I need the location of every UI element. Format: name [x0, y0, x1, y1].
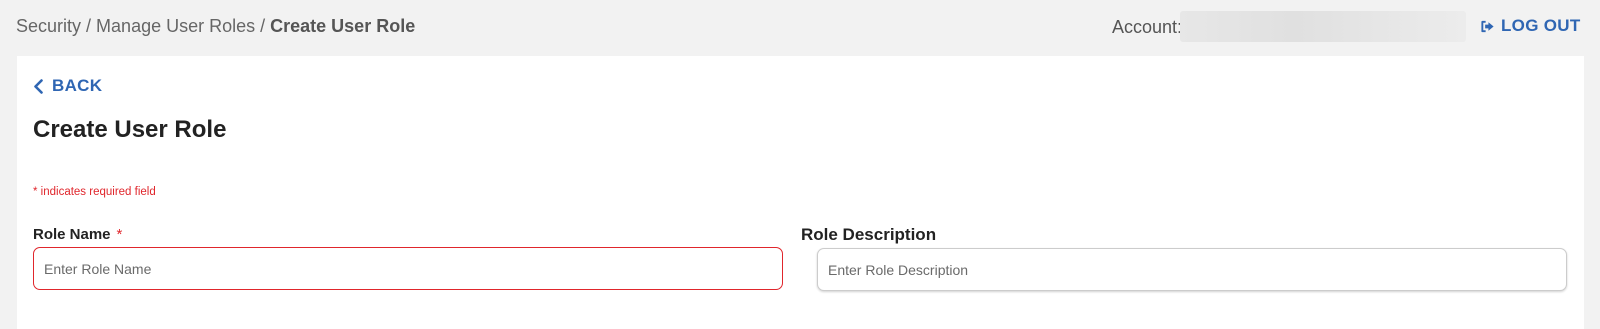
top-bar: Security / Manage User Roles / Create User R…: [0, 0, 1600, 56]
breadcrumb-item-security[interactable]: Security: [16, 16, 81, 36]
role-description-label: Role Description: [801, 225, 937, 244]
logout-label: LOG OUT: [1501, 16, 1581, 35]
role-description-input[interactable]: [817, 248, 1567, 291]
required-asterisk: *: [116, 226, 123, 243]
breadcrumb-separator: /: [86, 16, 92, 36]
breadcrumb-item-manage-user-roles[interactable]: Manage User Roles: [96, 16, 255, 36]
main-panel: BACK Create User Role * indicates requir…: [17, 56, 1584, 329]
page-title: Create User Role: [33, 116, 227, 143]
breadcrumb-current: Create User Role: [270, 16, 416, 36]
role-name-input[interactable]: [33, 247, 783, 290]
logout-button[interactable]: LOG OUT: [1480, 16, 1581, 36]
back-label: BACK: [52, 76, 103, 95]
breadcrumb: Security / Manage User Roles / Create User R…: [16, 16, 415, 37]
sign-out-icon: [1480, 19, 1495, 34]
role-name-label-text: Role Name: [33, 226, 111, 243]
account-value-redacted: [1180, 11, 1466, 42]
required-field-note: * indicates required field: [33, 186, 156, 198]
role-name-label: Role Name *: [33, 226, 122, 243]
account-label: Account:: [1112, 17, 1183, 37]
chevron-left-icon: [33, 78, 44, 94]
breadcrumb-separator: /: [260, 16, 266, 36]
back-button[interactable]: BACK: [33, 76, 102, 96]
